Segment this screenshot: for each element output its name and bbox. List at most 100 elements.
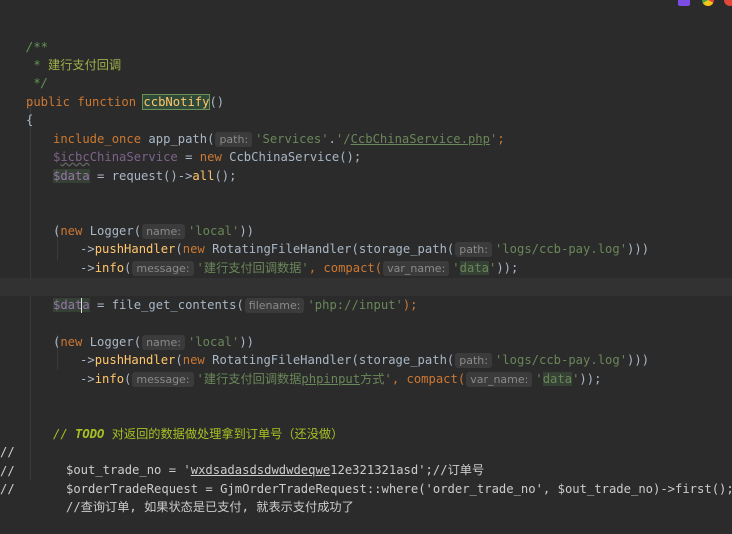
string-literal: phpinput (301, 372, 361, 386)
todo-text: 对返回的数据做处理拿到订单号（还没做） (104, 427, 344, 441)
paren: ( (124, 372, 132, 386)
paren: )); (579, 372, 602, 386)
code-line: ->pushHandler(new RotatingFileHandler(st… (0, 333, 649, 368)
info-call: ->info(message: '建行支付回调数据phpinput方式', com… (80, 370, 601, 388)
function-parens: () (209, 95, 225, 109)
commented-code-part: 12e321321asd';//订单号 (330, 463, 485, 477)
keyword-function: function (77, 95, 137, 109)
code-line: ->info(message: '建行支付回调数据phpinput方式', com… (0, 352, 601, 387)
string-literal: 'logs/ccb-pay.log' (494, 353, 628, 367)
compact-call: , compact( (308, 261, 383, 275)
string-literal: 'Services' (255, 132, 329, 146)
paren: ( (175, 242, 183, 256)
code-line: $icbcChinaService = new CcbChinaService(… (0, 130, 361, 164)
code-editor[interactable]: /** * 建行支付回调 */ public function ccbNotif… (0, 0, 732, 514)
paren: ))) (627, 242, 650, 256)
commented-code: $out_trade_no = 'wxdsadasdsdwdwdeqwe12e3… (66, 461, 484, 479)
method-push-handler: pushHandler (94, 353, 176, 367)
assign-op: = (177, 150, 200, 164)
arrow-op: -> (80, 261, 95, 275)
handler-class: RotatingFileHandler(storage_path( (204, 242, 455, 256)
concat-op: . (328, 132, 336, 146)
logger-statement: (new Logger(name:'local')) (53, 333, 254, 351)
input-statement: $data = file_get_contents(filename:'php:… (53, 296, 418, 314)
push-handler-call: ->pushHandler(new RotatingFileHandler(st… (80, 240, 649, 258)
paren: ( (175, 353, 183, 367)
string-literal: 'local' (187, 224, 240, 238)
param-hint: var_name: (466, 372, 533, 387)
request-statement: $data = request()->all(); (53, 167, 236, 185)
keyword-new: new (60, 335, 83, 349)
code-line: // TODO 对返回的数据做处理拿到订单号（还没做） (0, 407, 343, 441)
method-all: all (192, 169, 215, 183)
semicolon: ; (497, 132, 505, 146)
function-name[interactable]: ccbNotify (142, 94, 211, 110)
code-line: */ (0, 56, 48, 90)
method-info: info (94, 372, 125, 386)
param-hint: var_name: (383, 261, 450, 276)
todo-comment: // TODO 对返回的数据做处理拿到订单号（还没做） (53, 425, 343, 443)
param-hint: name: (142, 224, 185, 239)
code-line: (new Logger(name:'local')) (0, 204, 254, 239)
paren: ( (124, 261, 132, 275)
typo-segment: icbc (60, 150, 90, 164)
logger-class: Logger( (82, 224, 142, 238)
commented-code: $orderTradeRequest = GjmOrderTradeReques… (66, 482, 732, 496)
string-literal: 'local' (187, 335, 240, 349)
code-line: { (0, 93, 33, 127)
class-instantiation: CcbChinaService(); (221, 150, 362, 164)
param-hint: name: (142, 335, 185, 350)
handler-class: RotatingFileHandler(storage_path( (204, 353, 455, 367)
keyword-new: new (199, 150, 222, 164)
string-literal: 'php://input' (307, 298, 403, 312)
tray-icons (672, 0, 732, 8)
paren: )) (239, 335, 255, 349)
method-info: info (94, 261, 125, 275)
chrome-icon[interactable] (702, 0, 714, 6)
file-get-contents-call: = file_get_contents( (89, 298, 244, 312)
arrow-op: -> (80, 372, 95, 386)
keyword-new: new (182, 353, 205, 367)
code-line: // $out_trade_no = 'wxdsadasdsdwdwdeqwe1… (0, 425, 484, 477)
string-literal: '/ (335, 132, 351, 146)
param-hint: filename: (244, 298, 305, 313)
info-call: ->info(message: '建行支付回调数据', compact(var_n… (80, 259, 518, 277)
service-statement: $icbcChinaService = new CcbChinaService(… (53, 148, 361, 166)
semicolon: ); (402, 298, 418, 312)
commented-code: //查询订单, 如果状态是已支付, 就表示支付成功了 (66, 500, 354, 514)
file-link[interactable]: CcbChinaService.php (351, 132, 490, 146)
todo-keyword: TODO (75, 427, 105, 441)
string-literal: '建行支付回调数据' (196, 261, 309, 275)
doc-text: 建行支付回调 (48, 58, 122, 72)
code-line: include_once app_path(path: 'Services'.'/… (0, 112, 505, 147)
keyword-new: new (60, 224, 83, 238)
function-declaration: public function ccbNotify() (26, 93, 224, 111)
string-literal: '建行支付回调数据 (196, 372, 302, 386)
paren: )); (496, 261, 519, 275)
code-line: $data = request()->all(); (0, 149, 236, 183)
commented-code-part: $out_trade_no = ' (66, 463, 191, 477)
param-hint: message: (132, 372, 194, 387)
keyword-public: public (26, 95, 71, 109)
string-literal: data (459, 261, 489, 275)
code-line: public function ccbNotify() (0, 75, 224, 110)
unused-variable: $icbcChinaService (53, 150, 178, 164)
code-line: ->info(message: '建行支付回调数据', compact(var_n… (0, 241, 518, 276)
arrow-op: -> (80, 353, 95, 367)
variable-data: $dat (53, 298, 83, 312)
phpstorm-icon[interactable] (678, 0, 690, 6)
push-handler-call: ->pushHandler(new RotatingFileHandler(st… (80, 351, 649, 369)
commented-code-part: wxdsadasdsdwdwdeqwe (190, 463, 331, 477)
variable-data: $data (53, 169, 90, 183)
include-statement: include_once app_path(path: 'Services'.'/… (53, 130, 505, 148)
string-literal: ' (452, 261, 460, 275)
variable-data: a (82, 298, 90, 312)
var-rest: ChinaService (89, 150, 178, 164)
call-end: (); (214, 169, 237, 183)
doc-comment-line: * 建行支付回调 (26, 56, 121, 74)
code-line: // //查询订单, 如果状态是已支付, 就表示支付成功了 (0, 462, 354, 514)
close-red-icon[interactable] (724, 0, 732, 6)
param-hint: path: (455, 242, 492, 257)
string-literal: 'logs/ccb-pay.log' (494, 242, 628, 256)
code-line: * 建行支付回调 (0, 38, 121, 72)
